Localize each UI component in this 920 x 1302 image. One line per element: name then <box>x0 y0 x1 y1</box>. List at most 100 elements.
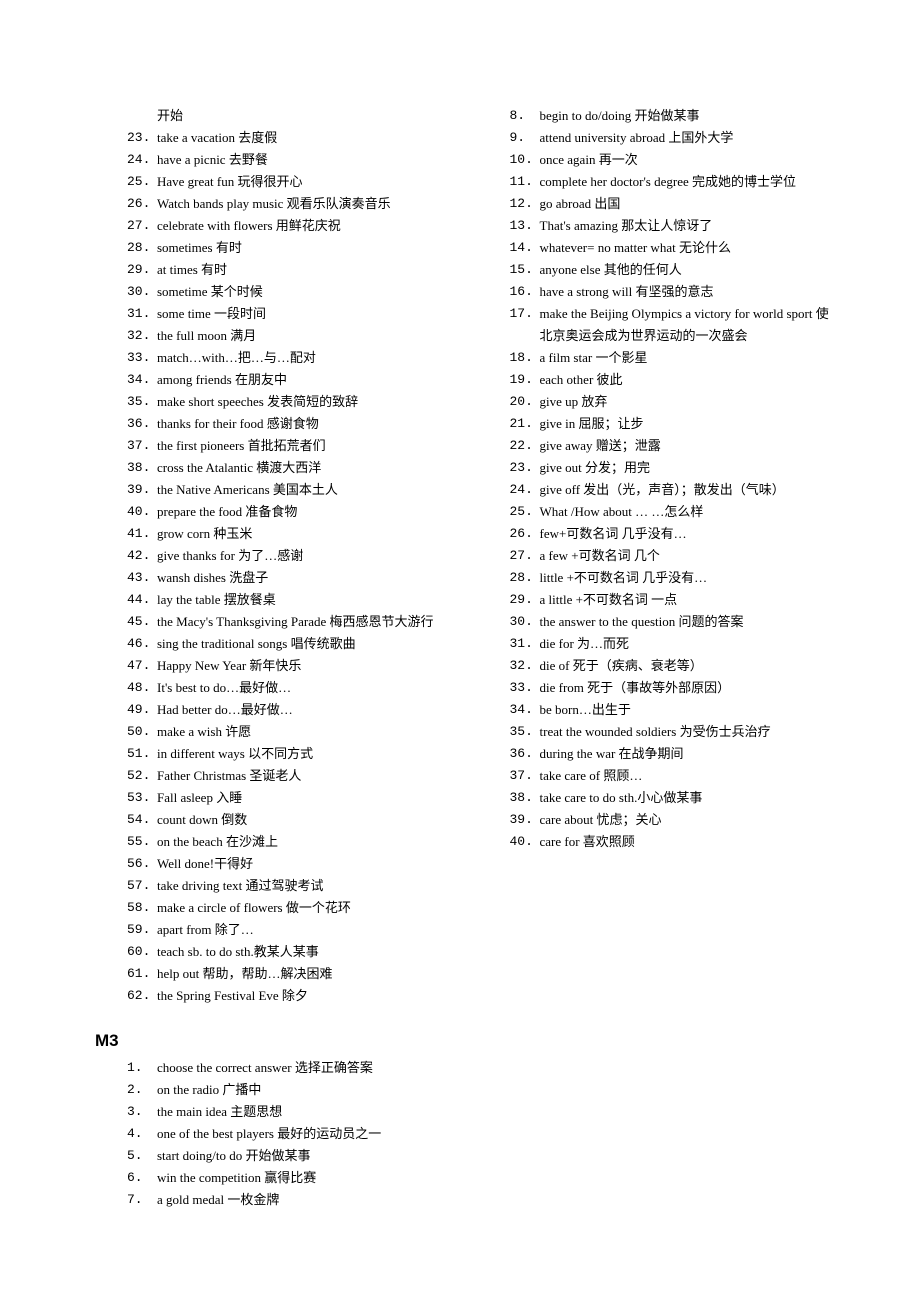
item-number: 48. <box>127 677 157 699</box>
list-item: 26.Watch bands play music 观看乐队演奏音乐 <box>95 193 448 215</box>
item-text: Well done!干得好 <box>157 853 448 875</box>
item-number: 20. <box>510 391 540 413</box>
item-number: 28. <box>510 567 540 589</box>
item-text: the Native Americans 美国本土人 <box>157 479 448 501</box>
item-number: 34. <box>127 369 157 391</box>
list-item: 61.help out 帮助，帮助…解决困难 <box>95 963 448 985</box>
item-number: 43. <box>127 567 157 589</box>
item-number: 21. <box>510 413 540 435</box>
item-text: give off 发出（光，声音）；散发出（气味） <box>540 479 831 501</box>
item-text: the first pioneers 首批拓荒者们 <box>157 435 448 457</box>
list-item: 31.some time 一段时间 <box>95 303 448 325</box>
item-text: sometimes 有时 <box>157 237 448 259</box>
item-number: 11. <box>510 171 540 193</box>
item-text: It's best to do…最好做… <box>157 677 448 699</box>
item-text: Watch bands play music 观看乐队演奏音乐 <box>157 193 448 215</box>
item-text: make short speeches 发表简短的致辞 <box>157 391 448 413</box>
item-text: Fall asleep 入睡 <box>157 787 448 809</box>
item-text: during the war 在战争期间 <box>540 743 831 765</box>
list-item: 22.give away 赠送；泄露 <box>478 435 831 457</box>
item-text: be born…出生于 <box>540 699 831 721</box>
list-item: 1.choose the correct answer 选择正确答案 <box>95 1057 448 1079</box>
item-number: 53. <box>127 787 157 809</box>
item-number: 23. <box>127 127 157 149</box>
item-text: one of the best players 最好的运动员之一 <box>157 1123 448 1145</box>
list-item: 33.die from 死于（事故等外部原因） <box>478 677 831 699</box>
item-text: match…with…把…与…配对 <box>157 347 448 369</box>
list-item: 26.few+可数名词 几乎没有… <box>478 523 831 545</box>
list-item: 24.give off 发出（光，声音）；散发出（气味） <box>478 479 831 501</box>
item-number: 39. <box>127 479 157 501</box>
item-text: apart from 除了… <box>157 919 448 941</box>
list-item: 50.make a wish 许愿 <box>95 721 448 743</box>
item-text: lay the table 摆放餐桌 <box>157 589 448 611</box>
list-item: 47.Happy New Year 新年快乐 <box>95 655 448 677</box>
list-item: 29.at times 有时 <box>95 259 448 281</box>
item-number: 32. <box>510 655 540 677</box>
list-item: 27.celebrate with flowers 用鲜花庆祝 <box>95 215 448 237</box>
item-text: anyone else 其他的任何人 <box>540 259 831 281</box>
list-item: 49.Had better do…最好做… <box>95 699 448 721</box>
item-text: the answer to the question 问题的答案 <box>540 611 831 633</box>
item-text: help out 帮助，帮助…解决困难 <box>157 963 448 985</box>
item-text: Had better do…最好做… <box>157 699 448 721</box>
list-item: 48.It's best to do…最好做… <box>95 677 448 699</box>
item-text: give thanks for 为了…感谢 <box>157 545 448 567</box>
item-text: give away 赠送；泄露 <box>540 435 831 457</box>
list-item: 38.cross the Atalantic 横渡大西洋 <box>95 457 448 479</box>
item-number: 50. <box>127 721 157 743</box>
item-number: 46. <box>127 633 157 655</box>
list-item: 57.take driving text 通过驾驶考试 <box>95 875 448 897</box>
item-number: 33. <box>127 347 157 369</box>
item-number: 33. <box>510 677 540 699</box>
item-number: 12. <box>510 193 540 215</box>
item-text: complete her doctor's degree 完成她的博士学位 <box>540 171 831 193</box>
list-item: 13.That's amazing 那太让人惊讶了 <box>478 215 831 237</box>
item-number: 62. <box>127 985 157 1007</box>
document-page: 开始 23.take a vacation 去度假24. have a picn… <box>0 0 920 1295</box>
list-item: 38.take care to do sth.小心做某事 <box>478 787 831 809</box>
list-item: 7.a gold medal 一枚金牌 <box>95 1189 448 1211</box>
list-item: 43.wansh dishes 洗盘子 <box>95 567 448 589</box>
item-text: make the Beijing Olympics a victory for … <box>540 303 831 347</box>
item-text: celebrate with flowers 用鲜花庆祝 <box>157 215 448 237</box>
item-number: 31. <box>127 303 157 325</box>
item-number: 1. <box>127 1057 157 1079</box>
item-number: 25. <box>510 501 540 523</box>
item-number: 2. <box>127 1079 157 1101</box>
list-item: 42.give thanks for 为了…感谢 <box>95 545 448 567</box>
item-text: 开始 <box>157 105 448 127</box>
list-item: 10.once again 再一次 <box>478 149 831 171</box>
item-number: 40. <box>127 501 157 523</box>
list-item: 51.in different ways 以不同方式 <box>95 743 448 765</box>
item-number: 30. <box>127 281 157 303</box>
list-item: 15.anyone else 其他的任何人 <box>478 259 831 281</box>
item-text: have a strong will 有坚强的意志 <box>540 281 831 303</box>
list-item: 28.little +不可数名词 几乎没有… <box>478 567 831 589</box>
item-text: give in 屈服；让步 <box>540 413 831 435</box>
item-number: 14. <box>510 237 540 259</box>
item-number: 29. <box>510 589 540 611</box>
list-item: 23.give out 分发；用完 <box>478 457 831 479</box>
item-text: whatever= no matter what 无论什么 <box>540 237 831 259</box>
item-number: 26. <box>510 523 540 545</box>
item-number: 15. <box>510 259 540 281</box>
item-number: 49. <box>127 699 157 721</box>
item-text: the main idea 主题思想 <box>157 1101 448 1123</box>
item-number: 42. <box>127 545 157 567</box>
item-number: 5. <box>127 1145 157 1167</box>
item-text: Have great fun 玩得很开心 <box>157 171 448 193</box>
list-item: 33.match…with…把…与…配对 <box>95 347 448 369</box>
item-number: 31. <box>510 633 540 655</box>
list-item: 41.grow corn 种玉米 <box>95 523 448 545</box>
list-item: 45.the Macy's Thanksgiving Parade 梅西感恩节大… <box>95 611 448 633</box>
item-number: 38. <box>127 457 157 479</box>
list-item: 32.the full moon 满月 <box>95 325 448 347</box>
item-number: 47. <box>127 655 157 677</box>
item-text: Father Christmas 圣诞老人 <box>157 765 448 787</box>
list-item: 37.take care of 照顾… <box>478 765 831 787</box>
item-number: 19. <box>510 369 540 391</box>
item-text: treat the wounded soldiers 为受伤士兵治疗 <box>540 721 831 743</box>
item-text: each other 彼此 <box>540 369 831 391</box>
item-text: cross the Atalantic 横渡大西洋 <box>157 457 448 479</box>
